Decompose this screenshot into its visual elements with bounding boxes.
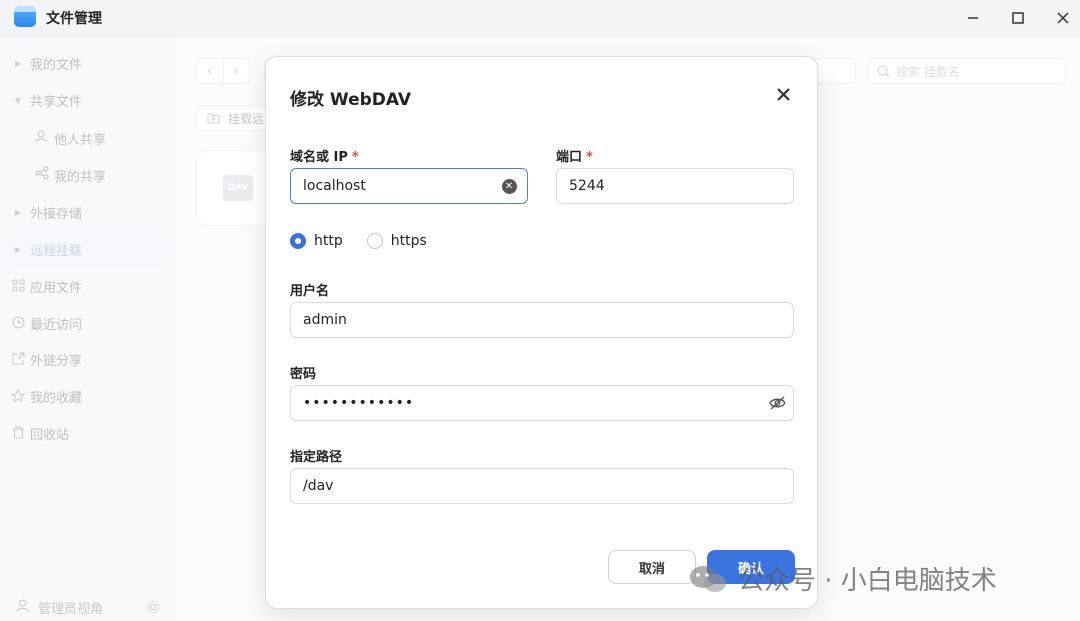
radio-label: https [390,233,427,249]
username-label: 用户名 [290,284,330,299]
password-input[interactable]: •••••••••••• [290,385,794,421]
host-value: localhost [303,178,366,194]
dialog-close-button[interactable] [774,85,792,103]
path-label: 指定路径 [290,450,343,465]
password-value: •••••••••••• [303,395,415,411]
close-window-button[interactable] [1052,8,1074,28]
port-label: 端口 * [556,150,593,165]
watermark-text: 公众号 · 小白电脑技术 [738,566,997,596]
edit-webdav-dialog: 修改 WebDAV 域名或 IP * localhost ✕ 端口 * 5244 h… [265,56,818,609]
minimize-button[interactable] [962,8,984,28]
path-input[interactable]: /dav [290,468,794,504]
required-mark: * [586,150,593,165]
clear-icon: ✕ [501,178,517,194]
minimize-icon [968,17,978,19]
close-icon [1057,12,1069,24]
title-bar: 文件管理 [0,0,1080,38]
host-input[interactable]: localhost ✕ [290,168,528,204]
radio-https[interactable]: https [366,233,427,249]
radio-http[interactable]: http [290,233,343,249]
watermark: 公众号 · 小白电脑技术 [688,560,997,597]
close-icon [776,87,790,101]
radio-unchecked-icon [366,233,383,249]
wechat-icon [690,565,726,592]
dialog-title: 修改 WebDAV [290,90,412,110]
eye-off-icon [769,396,785,410]
radio-label: http [314,233,343,249]
app-folder-icon [14,6,36,27]
maximize-button[interactable] [1007,8,1029,28]
protocol-radio-group: http https [290,233,451,249]
username-value: admin [303,312,347,328]
clear-button[interactable]: ✕ [501,178,517,194]
host-label: 域名或 IP * [290,150,359,165]
path-value: /dav [303,478,334,494]
app-title: 文件管理 [46,11,102,27]
maximize-icon [1012,12,1024,24]
cancel-button[interactable]: 取消 [608,550,696,584]
password-label: 密码 [290,367,317,382]
port-input[interactable]: 5244 [556,168,794,204]
radio-checked-icon [290,233,306,249]
username-input[interactable]: admin [290,302,794,338]
toggle-visibility-button[interactable] [769,395,785,411]
required-mark: * [351,150,359,165]
port-value: 5244 [569,178,605,194]
